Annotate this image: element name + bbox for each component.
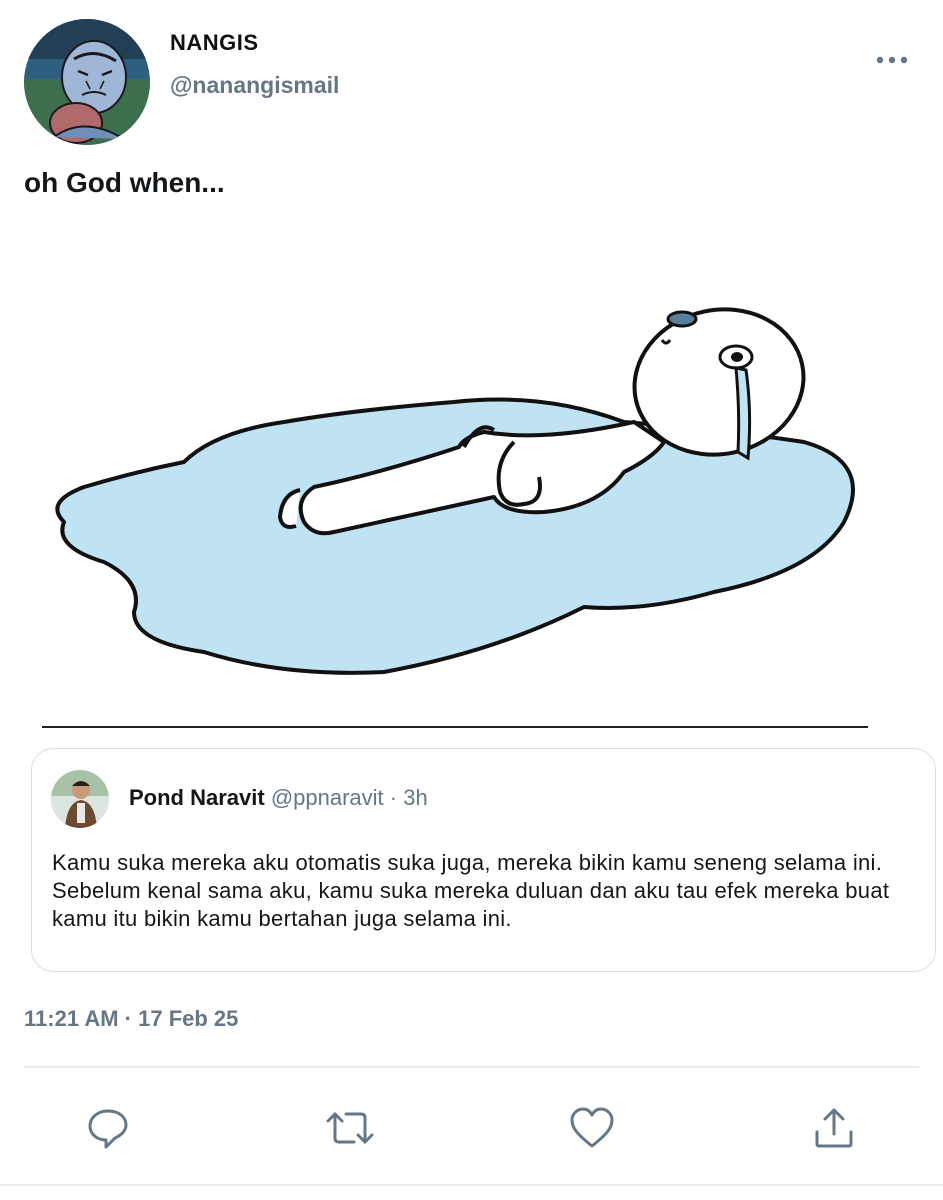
author-display-name[interactable]: NANGIS [170,30,259,56]
quoted-tweet-text: Kamu suka mereka aku otomatis suka juga,… [52,850,890,931]
tweet-image[interactable] [24,232,866,728]
bottom-divider [0,1184,943,1186]
tweet-text: oh God when... [24,167,225,198]
like-icon [570,1107,614,1148]
quoted-author-avatar[interactable] [51,770,109,828]
more-options-button[interactable] [868,45,916,75]
retweet-button[interactable] [322,1100,378,1156]
image-bottom-edge [42,726,868,728]
tweet-timestamp[interactable]: 11:21 AM · 17 Feb 25 [24,1006,238,1032]
actions-divider [24,1066,919,1068]
reply-button[interactable] [80,1100,136,1156]
quoted-author-name[interactable]: Pond Naravit [129,785,265,810]
quoted-tweet[interactable]: Pond Naravit @ppnaravit · 3h Kamu suka m… [31,748,936,972]
retweet-icon [326,1112,374,1144]
reply-icon [88,1109,128,1149]
quoted-author-meta: @ppnaravit · 3h [264,785,428,810]
author-handle[interactable]: @nanangismail [170,72,339,99]
tweet-actions-bar [0,1100,943,1156]
like-button[interactable] [564,1100,620,1156]
more-icon [876,56,908,64]
author-avatar[interactable] [24,19,150,145]
share-icon [815,1108,853,1148]
share-button[interactable] [806,1100,862,1156]
quoted-tweet-header: Pond Naravit @ppnaravit · 3h [129,785,428,811]
